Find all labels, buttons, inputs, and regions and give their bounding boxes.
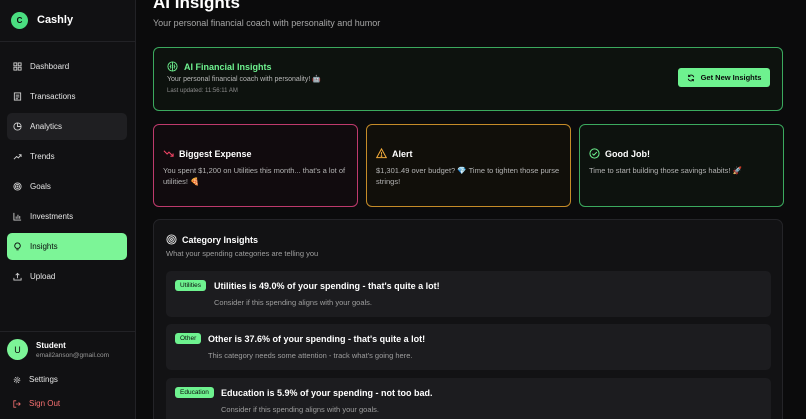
sign-out-link[interactable]: Sign Out [13, 399, 60, 408]
check-circle-icon [589, 148, 600, 159]
card-title: Good Job! [589, 148, 650, 159]
category-row-utilities[interactable]: Utilities Utilities is 49.0% of your spe… [166, 271, 771, 317]
sidebar-item-trends[interactable]: Trends [7, 143, 127, 170]
refresh-icon [687, 74, 694, 81]
category-row-description: This category needs some attention - tra… [208, 351, 413, 360]
trend-up-icon [13, 154, 22, 160]
card-text: Time to start building those savings hab… [589, 166, 742, 175]
category-row-description: Consider if this spending aligns with yo… [221, 405, 380, 414]
settings-label: Settings [29, 375, 58, 384]
category-tag: Education [175, 387, 214, 398]
brand[interactable]: C Cashly [11, 10, 73, 30]
sidebar-item-investments[interactable]: Investments [7, 203, 127, 230]
user-email: email2anson@gmail.com [36, 351, 110, 359]
upload-icon [13, 272, 22, 281]
category-title-text: Category Insights [182, 234, 259, 245]
warning-icon [376, 148, 387, 159]
gear-icon [13, 376, 21, 383]
hero-title: AI Financial Insights [167, 61, 272, 72]
target-icon [166, 234, 177, 245]
sidebar-item-label: Trends [30, 152, 55, 161]
sidebar-item-transactions[interactable]: Transactions [7, 83, 127, 110]
category-subtitle: What your spending categories are tellin… [166, 249, 319, 258]
sidebar-item-label: Dashboard [30, 62, 70, 71]
sign-out-label: Sign Out [29, 399, 61, 408]
brand-logo: C [11, 11, 28, 29]
sidebar-item-analytics[interactable]: Analytics [7, 113, 127, 140]
lightbulb-icon [14, 242, 21, 251]
user-profile[interactable]: U Student email2anson@gmail.com [7, 339, 109, 360]
sidebar-divider [0, 41, 136, 42]
card-title: Biggest Expense [163, 148, 252, 159]
grid-icon [13, 62, 22, 71]
category-tag: Utilities [175, 280, 206, 291]
alert-card: Alert $1,301.49 over budget? 💎 Time to t… [366, 124, 571, 207]
good-job-card: Good Job! Time to start building those s… [579, 124, 784, 207]
sidebar-item-label: Transactions [30, 92, 76, 101]
ai-insights-banner: AI Financial Insights Your personal fina… [153, 47, 783, 111]
trend-down-icon [163, 150, 174, 157]
brain-icon [167, 61, 178, 72]
card-title-text: Alert [392, 148, 413, 159]
sidebar-item-dashboard[interactable]: Dashboard [7, 53, 127, 80]
category-insights-panel: Category Insights What your spending cat… [153, 219, 783, 419]
biggest-expense-card: Biggest Expense You spent $1,200 on Util… [153, 124, 358, 207]
sidebar-item-label: Goals [30, 182, 51, 191]
get-new-insights-label: Get New Insights [700, 73, 762, 82]
sidebar-item-label: Investments [30, 212, 74, 221]
sidebar-nav: Dashboard Transactions Analytics Trends … [7, 53, 127, 293]
card-title: Alert [376, 148, 413, 159]
user-info: Student email2anson@gmail.com [36, 341, 109, 359]
clock-chart-icon [13, 122, 22, 131]
card-title-text: Biggest Expense [179, 148, 252, 159]
sidebar-divider [0, 331, 136, 332]
sidebar: C Cashly Dashboard Transactions Analytic… [0, 0, 136, 419]
card-title-text: Good Job! [605, 148, 650, 159]
category-tag: Other [175, 333, 202, 344]
get-new-insights-button[interactable]: Get New Insights [678, 68, 770, 87]
sidebar-item-upload[interactable]: Upload [7, 263, 127, 290]
sidebar-item-label: Insights [30, 242, 58, 251]
app-root: C Cashly Dashboard Transactions Analytic… [0, 0, 806, 419]
settings-link[interactable]: Settings [13, 375, 58, 384]
sidebar-item-label: Upload [30, 272, 56, 281]
card-text: You spent $1,200 on Utilities this month… [163, 166, 346, 186]
receipt-icon [13, 92, 22, 101]
brand-name: Cashly [37, 14, 74, 26]
category-row-description: Consider if this spending aligns with yo… [214, 298, 373, 307]
sidebar-item-goals[interactable]: Goals [7, 173, 127, 200]
page-title: AI Insights [153, 0, 240, 12]
sidebar-item-insights[interactable]: Insights [7, 233, 127, 260]
category-row-education[interactable]: Education Education is 5.9% of your spen… [166, 378, 771, 419]
sidebar-item-label: Analytics [30, 122, 63, 131]
hero-title-text: AI Financial Insights [184, 61, 272, 72]
avatar: U [7, 339, 28, 360]
target-icon [13, 182, 22, 191]
last-updated: Last updated: 11:56:11 AM [167, 88, 238, 94]
main-content: AI Insights Your personal financial coac… [136, 0, 806, 419]
bar-chart-icon [13, 212, 22, 221]
category-title: Category Insights [166, 234, 258, 245]
category-row-other[interactable]: Other Other is 37.6% of your spending - … [166, 324, 771, 370]
sign-out-icon [13, 399, 21, 408]
category-row-title: Utilities is 49.0% of your spending - th… [214, 281, 440, 291]
page-subtitle: Your personal financial coach with perso… [153, 18, 381, 28]
hero-description: Your personal financial coach with perso… [167, 76, 321, 83]
category-row-title: Other is 37.6% of your spending - that's… [208, 334, 426, 344]
card-text: $1,301.49 over budget? 💎 Time to tighten… [376, 166, 560, 186]
user-name: Student [36, 340, 66, 350]
category-row-title: Education is 5.9% of your spending - not… [221, 388, 433, 398]
